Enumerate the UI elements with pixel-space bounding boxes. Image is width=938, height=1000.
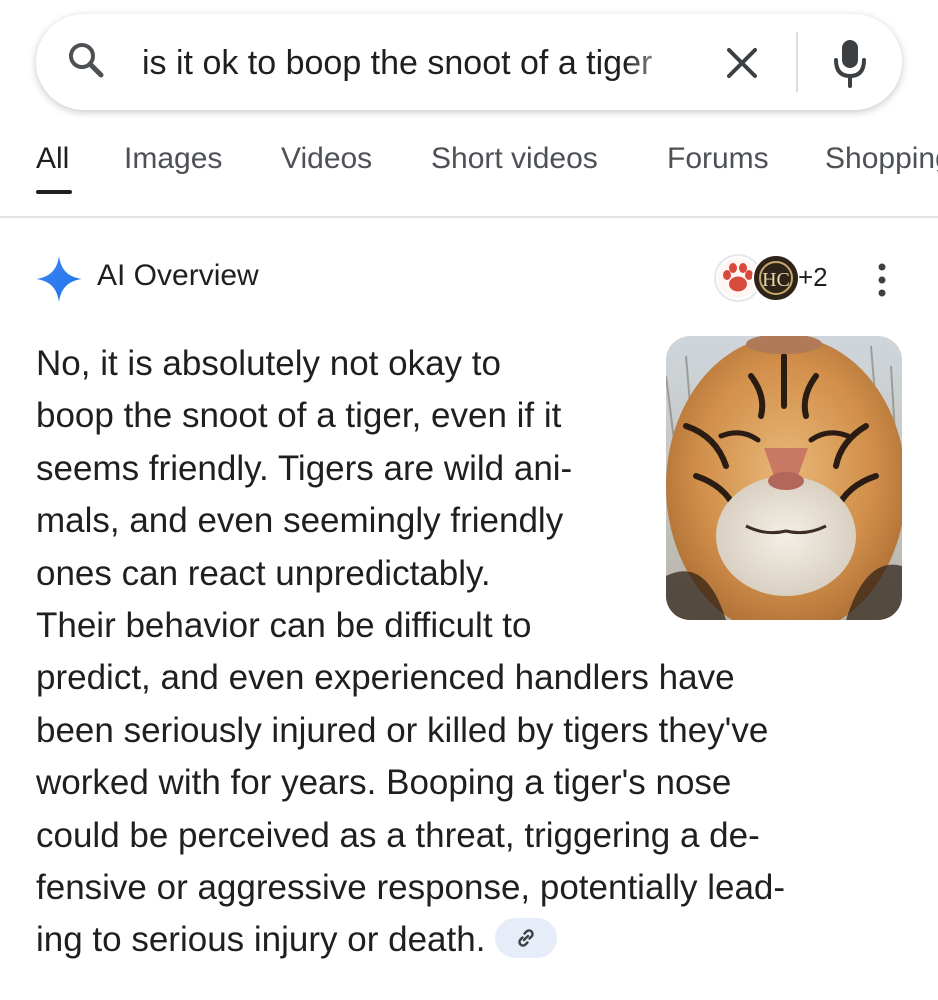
answer-line-text: ing to serious injury or death. <box>36 920 486 960</box>
hc-logo-icon: HC <box>754 256 798 300</box>
tab-short-videos[interactable]: Short videos <box>431 142 598 176</box>
search-input[interactable]: is it ok to boop the snoot of a tiger <box>142 38 690 88</box>
answer-line: could be perceived as a threat, triggeri… <box>36 815 760 855</box>
answer-line: No, it is absolutely not okay to <box>36 344 501 383</box>
tab-forums[interactable]: Forums <box>667 142 769 176</box>
answer-line: seems friendly. Tigers are wild ani- <box>36 448 573 488</box>
answer-line: predict, and even experienced handlers h… <box>36 658 735 698</box>
hc-logo-text: HC <box>762 269 790 291</box>
source-link-chip[interactable] <box>495 918 558 959</box>
source-count[interactable]: +2 <box>798 262 828 293</box>
answer-line: Their behavior can be difficult to <box>36 606 532 646</box>
tab-shopping[interactable]: Shopping <box>825 142 938 176</box>
tab-all-underline <box>36 190 72 194</box>
answer-last-line: ing to serious injury or death. <box>36 914 886 966</box>
search-divider <box>796 32 798 92</box>
more-vert-icon[interactable] <box>868 260 896 300</box>
ai-overview-title: AI Overview <box>97 259 259 292</box>
answer-line: fensive or aggressive response, potentia… <box>36 868 786 908</box>
link-icon <box>518 929 535 947</box>
answer-line: boop the snoot of a tiger, even if it <box>36 396 562 436</box>
answer-line: mals, and even seemingly friendly <box>36 501 564 541</box>
tab-all[interactable]: All <box>36 142 69 176</box>
sparkle-icon <box>36 256 82 302</box>
ai-overview-answer: No, it is absolutely not okay to boop th… <box>36 338 886 967</box>
microphone-icon[interactable] <box>830 38 870 88</box>
source-icons[interactable]: HC <box>714 254 800 302</box>
answer-line: worked with for years. Booping a tiger's… <box>36 763 732 803</box>
hc-source-avatar[interactable]: HC <box>752 254 800 302</box>
search-icon <box>69 43 104 78</box>
search-tabs: All Images Videos Short videos Forums Sh… <box>0 130 938 218</box>
tab-images[interactable]: Images <box>124 142 222 176</box>
answer-line: been seriously injured or killed by tige… <box>36 710 769 750</box>
close-icon[interactable] <box>724 45 760 81</box>
answer-line: ones can react unpredictably. <box>36 553 491 593</box>
tab-videos[interactable]: Videos <box>281 142 372 176</box>
